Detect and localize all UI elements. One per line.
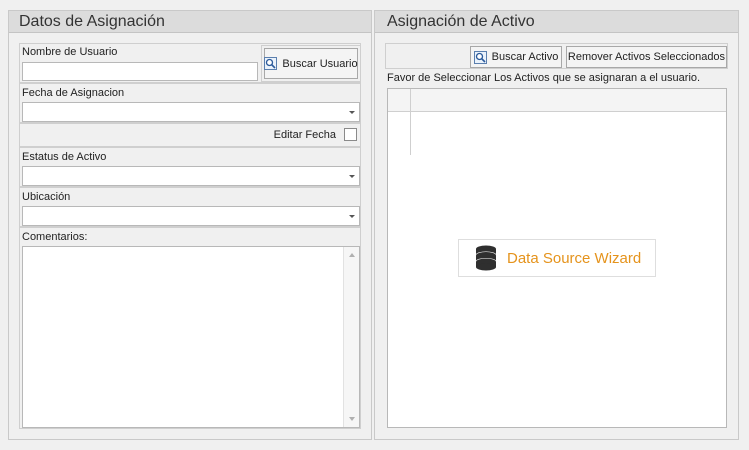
data-source-wizard[interactable]: Data Source Wizard	[458, 239, 656, 277]
estatus-activo-dropdown[interactable]	[22, 166, 360, 186]
remover-activos-button[interactable]: Remover Activos Seleccionados	[566, 46, 727, 68]
editar-fecha-checkbox[interactable]	[344, 128, 357, 141]
grid-header	[388, 89, 726, 112]
chevron-down-icon	[349, 175, 355, 178]
editar-fecha-group: Editar Fecha	[19, 123, 361, 147]
grid-row-indicator-header	[388, 89, 411, 111]
scroll-down-icon	[349, 417, 355, 421]
search-icon	[264, 57, 278, 70]
datos-asignacion-title: Datos de Asignación	[9, 11, 371, 33]
nombre-usuario-group: Nombre de Usuario Buscar Usuario	[19, 43, 361, 83]
comentarios-textarea[interactable]	[22, 246, 360, 428]
buscar-usuario-button[interactable]: Buscar Usuario	[264, 48, 358, 79]
chevron-down-icon	[349, 111, 355, 114]
database-icon	[475, 245, 497, 271]
estatus-activo-group: Estatus de Activo	[19, 147, 361, 187]
data-source-wizard-label: Data Source Wizard	[507, 249, 642, 267]
editar-fecha-label: Editar Fecha	[273, 129, 336, 141]
fecha-asignacion-dropdown[interactable]	[22, 102, 360, 122]
ubicacion-label: Ubicación	[22, 191, 71, 203]
estatus-activo-label: Estatus de Activo	[22, 151, 107, 163]
datos-asignacion-panel: Datos de Asignación Nombre de Usuario Bu…	[8, 10, 372, 440]
search-icon	[473, 50, 487, 64]
asignacion-toolbar: Buscar Activo Remover Activos Selecciona…	[385, 43, 728, 69]
scroll-up-icon	[349, 253, 355, 257]
remover-activos-label: Remover Activos Seleccionados	[567, 51, 726, 63]
fecha-asignacion-label: Fecha de Asignacion	[22, 87, 125, 99]
nombre-usuario-label: Nombre de Usuario	[22, 46, 118, 58]
buscar-usuario-label: Buscar Usuario	[282, 57, 358, 70]
buscar-usuario-button-frame: Buscar Usuario	[261, 45, 361, 82]
fecha-asignacion-group: Fecha de Asignacion	[19, 83, 361, 123]
nombre-usuario-input[interactable]	[22, 62, 258, 81]
buscar-activo-label: Buscar Activo	[491, 51, 559, 63]
comentarios-label: Comentarios:	[22, 231, 88, 243]
instrucciones-text: Favor de Seleccionar Los Activos que se …	[387, 72, 701, 84]
buscar-activo-button[interactable]: Buscar Activo	[470, 46, 562, 68]
activos-grid[interactable]: Data Source Wizard	[387, 88, 727, 428]
asignacion-activo-title: Asignación de Activo	[375, 11, 738, 33]
chevron-down-icon	[349, 215, 355, 218]
comentarios-scrollbar[interactable]	[343, 247, 359, 427]
comentarios-group: Comentarios:	[19, 227, 361, 429]
asignacion-activo-panel: Asignación de Activo Buscar Activo Remov…	[374, 10, 739, 440]
ubicacion-group: Ubicación	[19, 187, 361, 227]
ubicacion-dropdown[interactable]	[22, 206, 360, 226]
grid-indicator-column	[410, 111, 411, 155]
